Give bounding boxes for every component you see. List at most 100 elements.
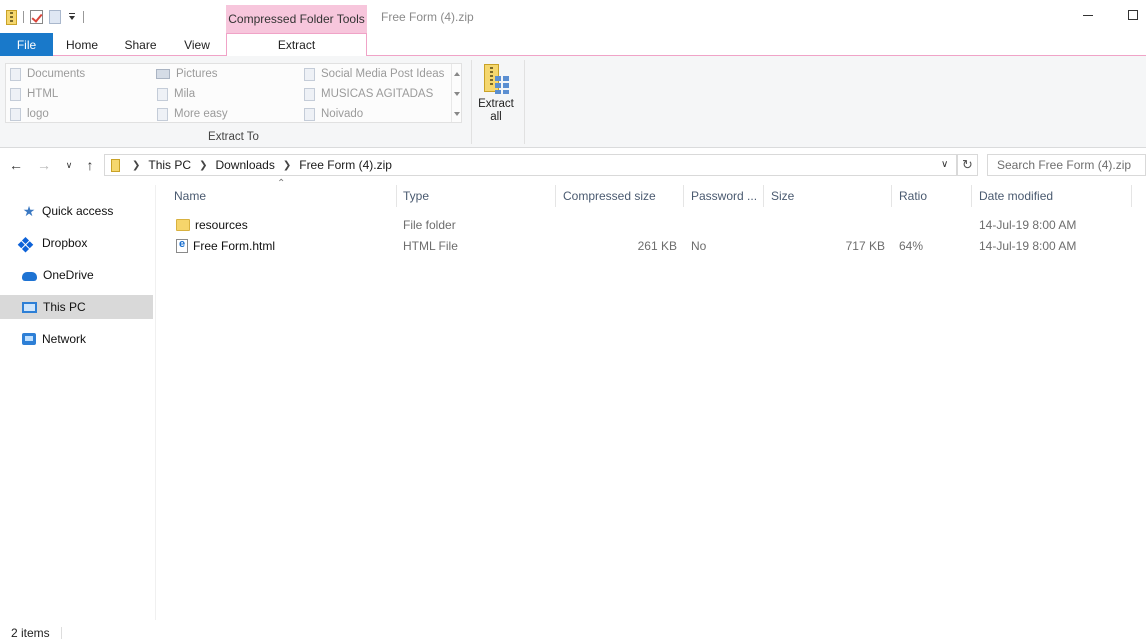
dropbox-icon	[22, 237, 36, 249]
password-protected	[691, 214, 761, 235]
nav-item-label: Dropbox	[42, 236, 88, 250]
extract-to-item[interactable]: logo	[10, 104, 49, 124]
breadcrumb-item[interactable]: Downloads	[215, 158, 274, 172]
search-input[interactable]	[987, 154, 1146, 176]
document-icon	[304, 87, 315, 101]
address-bar[interactable]: ❯ This PC ❯ Downloads ❯ Free Form (4).zi…	[104, 154, 957, 176]
extract-all-button[interactable]: Extract all	[476, 64, 516, 126]
compression-ratio	[899, 214, 969, 235]
column-header-password[interactable]: Password ...	[684, 185, 764, 207]
nav-item-dropbox[interactable]: Dropbox	[0, 231, 153, 255]
tab-view[interactable]: View	[170, 33, 224, 56]
nav-item-quick-access[interactable]: ★ Quick access	[0, 199, 153, 223]
breadcrumb-chevron-icon[interactable]: ❯	[283, 160, 291, 171]
toolbar-divider	[23, 11, 24, 23]
file-name-cell[interactable]: Free Form.html	[176, 235, 396, 256]
document-icon	[304, 67, 315, 81]
up-arrow-icon[interactable]: ↑	[82, 157, 98, 173]
extract-to-label: More easy	[174, 108, 228, 120]
column-header-size[interactable]: Size	[764, 185, 892, 207]
refresh-icon[interactable]: ↻	[957, 154, 978, 176]
breadcrumb-item[interactable]: This PC	[148, 158, 191, 172]
extract-to-item[interactable]: Noivado	[304, 104, 363, 124]
cloud-icon	[22, 271, 37, 281]
file-row[interactable]: Free Form.html HTML File 261 KB No 717 K…	[167, 235, 1146, 256]
zip-folder-icon	[6, 9, 17, 25]
address-dropdown-chevron-icon[interactable]: ∨	[941, 159, 948, 170]
tab-file[interactable]: File	[0, 33, 53, 56]
gallery-scrollbar[interactable]	[451, 64, 462, 122]
breadcrumb-chevron-icon[interactable]: ❯	[199, 160, 207, 171]
tab-home[interactable]: Home	[53, 33, 111, 56]
compression-ratio: 64%	[899, 238, 924, 253]
column-header-date-modified[interactable]: Date modified	[972, 185, 1132, 207]
navigation-pane: ★ Quick access Dropbox OneDrive This PC …	[0, 185, 156, 620]
compressed-size	[556, 214, 677, 235]
extract-to-group-label: Extract To	[208, 131, 259, 143]
tab-extract[interactable]: Extract	[226, 33, 367, 57]
file-size	[764, 214, 885, 235]
recent-locations-chevron-icon[interactable]: ∨	[61, 157, 77, 173]
title-bar: Compressed Folder Tools Free Form (4).zi…	[0, 0, 1146, 33]
column-header-name[interactable]: Name	[167, 185, 397, 207]
properties-icon[interactable]	[30, 10, 43, 24]
minimize-icon[interactable]	[1083, 15, 1093, 16]
gallery-more-icon[interactable]	[454, 112, 460, 116]
pictures-icon	[156, 69, 170, 79]
column-header-compressed-size[interactable]: Compressed size	[556, 185, 684, 207]
extract-to-item[interactable]: Social Media Post Ideas	[304, 64, 444, 84]
extract-to-item[interactable]: HTML	[10, 84, 58, 104]
extract-to-label: Noivado	[321, 108, 364, 120]
scroll-down-icon[interactable]	[454, 92, 460, 96]
file-name: Free Form.html	[193, 238, 276, 253]
extract-to-item[interactable]: MUSICAS AGITADAS	[304, 84, 433, 104]
back-arrow-icon[interactable]: ←	[8, 157, 24, 173]
file-list-header: Name Type Compressed size Password ... S…	[167, 185, 1146, 207]
date-modified: 14-Jul-19 8:00 AM	[979, 238, 1077, 253]
nav-item-label: Quick access	[42, 204, 114, 218]
network-icon	[22, 333, 36, 345]
breadcrumb-chevron-icon[interactable]: ❯	[132, 160, 140, 171]
forward-arrow-icon[interactable]: →	[36, 157, 52, 173]
column-header-ratio[interactable]: Ratio	[892, 185, 972, 207]
file-name-cell[interactable]: resources	[176, 214, 396, 235]
context-tab-header: Compressed Folder Tools	[226, 5, 367, 33]
group-divider	[524, 60, 525, 144]
status-item-count: 2 items	[11, 626, 50, 640]
new-folder-icon[interactable]	[49, 10, 61, 24]
document-icon	[304, 107, 315, 121]
status-divider	[61, 627, 62, 639]
ribbon: Documents HTML logo Pictures Mila More e…	[0, 56, 1146, 148]
zip-folder-icon	[111, 158, 120, 172]
extract-to-item[interactable]: More easy	[157, 104, 228, 124]
extract-to-item[interactable]: Documents	[10, 64, 85, 84]
extract-to-label: logo	[27, 108, 49, 120]
file-type: HTML File	[403, 238, 458, 253]
nav-item-network[interactable]: Network	[0, 327, 153, 351]
nav-item-label: Network	[42, 332, 87, 346]
file-row[interactable]: resources File folder 14-Jul-19 8:00 AM	[167, 214, 1146, 235]
toolbar-divider	[83, 11, 84, 23]
extract-all-icon	[482, 64, 510, 96]
nav-item-onedrive[interactable]: OneDrive	[0, 263, 153, 287]
extract-to-item[interactable]: Mila	[157, 84, 195, 104]
scroll-up-icon[interactable]	[454, 72, 460, 76]
extract-to-label: Pictures	[176, 68, 218, 80]
document-icon	[157, 107, 168, 121]
breadcrumb-item[interactable]: Free Form (4).zip	[299, 158, 392, 172]
window-title: Free Form (4).zip	[381, 10, 474, 24]
date-modified: 14-Jul-19 8:00 AM	[979, 217, 1077, 232]
computer-icon	[22, 301, 37, 313]
extract-to-label: Mila	[174, 88, 196, 100]
customize-toolbar-icon[interactable]	[67, 11, 77, 23]
tab-share[interactable]: Share	[113, 33, 168, 56]
document-icon	[10, 107, 21, 121]
extract-to-label: MUSICAS AGITADAS	[321, 88, 434, 100]
nav-item-label: OneDrive	[43, 268, 94, 282]
extract-to-item[interactable]: Pictures	[156, 64, 218, 84]
maximize-icon[interactable]	[1128, 10, 1138, 20]
column-header-type[interactable]: Type	[396, 185, 556, 207]
html-file-icon	[176, 238, 188, 253]
nav-item-this-pc[interactable]: This PC	[0, 295, 153, 319]
document-icon	[10, 87, 21, 101]
